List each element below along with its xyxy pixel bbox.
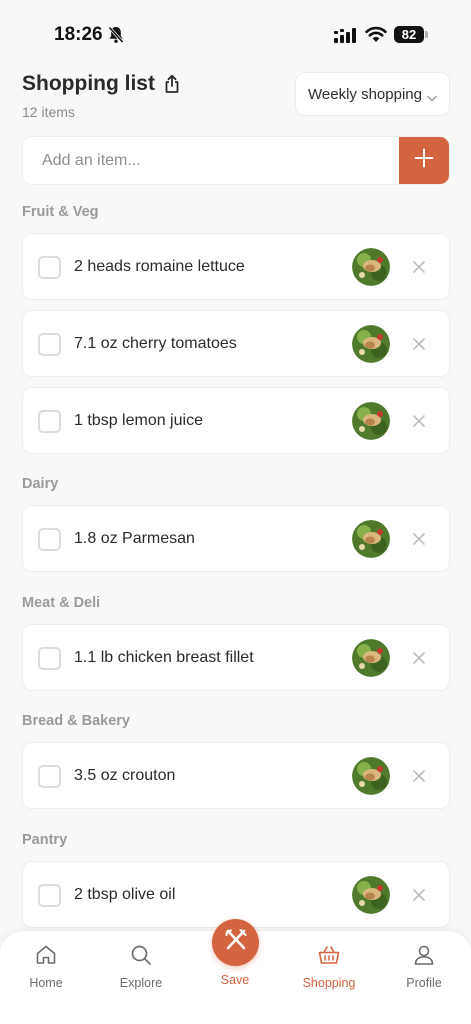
nav-shopping-label: Shopping [302,976,356,990]
status-bar: 18:26 82 [0,0,471,70]
list-item: 1.1 lb chicken breast fillet [22,624,450,691]
item-checkbox[interactable] [38,333,61,356]
item-checkbox[interactable] [38,256,61,279]
close-icon[interactable] [412,888,426,907]
section-label-dairy: Dairy [22,476,59,492]
list-selector-dropdown[interactable]: Weekly shopping [295,72,450,116]
nav-save-button[interactable] [212,919,259,966]
list-item: 2 tbsp olive oil [22,861,450,928]
recipe-thumbnail[interactable] [352,876,390,914]
recipe-thumbnail[interactable] [352,757,390,795]
item-checkbox[interactable] [38,765,61,788]
item-label: 2 tbsp olive oil [74,886,176,903]
search-icon [129,945,153,970]
nav-explore-label: Explore [119,976,163,990]
list-item: 7.1 oz cherry tomatoes [22,310,450,377]
section-label-fruit-veg: Fruit & Veg [22,204,99,220]
item-label: 1.1 lb chicken breast fillet [74,649,254,666]
bell-muted-icon [108,26,124,49]
nav-save-label: Save [220,973,250,987]
nav-profile[interactable]: Profile [384,943,464,990]
home-icon [34,945,58,970]
plus-icon [414,148,434,173]
chevron-down-icon [427,89,437,106]
profile-icon [412,945,436,970]
share-icon[interactable] [163,74,181,99]
recipe-thumbnail[interactable] [352,248,390,286]
battery-tip [425,31,428,38]
close-icon[interactable] [412,337,426,356]
close-icon[interactable] [412,769,426,788]
close-icon[interactable] [412,260,426,279]
add-item-bar [22,136,450,185]
recipe-thumbnail[interactable] [352,402,390,440]
nav-home[interactable]: Home [6,943,86,990]
nav-explore[interactable]: Explore [101,943,181,990]
list-selector-value: Weekly shopping [308,85,422,103]
item-checkbox[interactable] [38,884,61,907]
nav-profile-label: Profile [406,976,442,990]
nav-home-label: Home [29,976,63,990]
fork-knife-icon [223,927,249,958]
section-label-pantry: Pantry [22,832,68,848]
item-checkbox[interactable] [38,410,61,433]
recipe-thumbnail[interactable] [352,639,390,677]
list-item: 3.5 oz crouton [22,742,450,809]
recipe-thumbnail[interactable] [352,520,390,558]
close-icon[interactable] [412,651,426,670]
add-item-input[interactable] [23,137,401,184]
status-time: 18:26 [54,24,103,45]
list-item: 1.8 oz Parmesan [22,505,450,572]
item-checkbox[interactable] [38,528,61,551]
list-item: 1 tbsp lemon juice [22,387,450,454]
close-icon[interactable] [412,414,426,433]
section-label-bread-bakery: Bread & Bakery [22,713,130,729]
item-label: 1 tbsp lemon juice [74,412,203,429]
close-icon[interactable] [412,532,426,551]
recipe-thumbnail[interactable] [352,325,390,363]
cellular-signal-icon [334,28,358,48]
item-label: 3.5 oz crouton [74,767,176,784]
item-label: 2 heads romaine lettuce [74,258,245,275]
page-title: Shopping list [22,72,155,95]
item-label: 1.8 oz Parmesan [74,530,195,547]
item-count: 12 items [22,104,75,120]
item-label: 7.1 oz cherry tomatoes [74,335,237,352]
battery-indicator: 82 [394,26,424,43]
shopping-basket-icon [317,946,341,970]
item-checkbox[interactable] [38,647,61,670]
list-item: 2 heads romaine lettuce [22,233,450,300]
page-header: Shopping list 12 items Weekly shopping [22,70,450,126]
nav-shopping[interactable]: Shopping [289,943,369,990]
section-label-meat-deli: Meat & Deli [22,595,101,611]
add-item-button[interactable] [399,137,449,184]
wifi-icon [365,25,387,48]
